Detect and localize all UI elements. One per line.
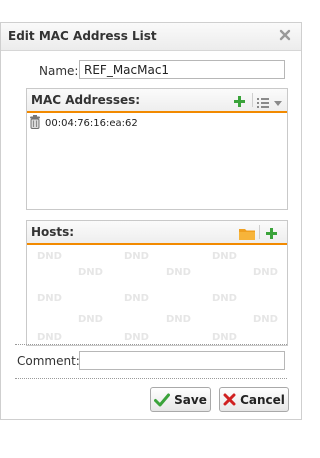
checkmark-icon <box>154 393 171 406</box>
dnd-watermark: DND <box>124 332 149 343</box>
hosts-panel: Hosts: DND DND DND DND DND DND DND DND D… <box>26 220 288 346</box>
dnd-watermark: DND <box>253 314 278 325</box>
mac-address-text: 00:04:76:16:ea:62 <box>45 117 138 129</box>
comment-label: Comment: <box>17 354 80 368</box>
divider <box>15 378 287 379</box>
name-input[interactable]: REF_MacMac1 <box>79 60 285 79</box>
name-label: Name: <box>39 64 79 78</box>
plus-icon[interactable] <box>233 93 246 112</box>
save-button[interactable]: Save <box>150 387 211 412</box>
mac-panel-header: MAC Addresses: <box>27 89 287 113</box>
dnd-watermark: DND <box>37 293 62 304</box>
plus-icon[interactable] <box>265 225 278 244</box>
dialog-titlebar: Edit MAC Address List <box>1 23 301 51</box>
list-menu-icon[interactable] <box>257 94 283 113</box>
dnd-watermark: DND <box>37 251 62 262</box>
edit-mac-dialog: Edit MAC Address List Name: REF_MacMac1 … <box>0 22 302 420</box>
toolbar-divider <box>252 93 253 107</box>
close-icon[interactable] <box>277 27 293 43</box>
dnd-watermark: DND <box>124 251 149 262</box>
mac-addresses-panel: MAC Addresses: 00:04:76:16:ea:62 <box>26 88 288 210</box>
mac-list-item[interactable]: 00:04:76:16:ea:62 <box>29 114 138 133</box>
dnd-watermark: DND <box>78 267 103 278</box>
toolbar-divider <box>259 225 260 239</box>
dnd-watermark: DND <box>166 267 191 278</box>
dnd-watermark: DND <box>212 293 237 304</box>
dnd-watermark: DND <box>78 314 103 325</box>
comment-input[interactable] <box>79 351 285 370</box>
cancel-button-label: Cancel <box>240 392 285 407</box>
dialog-title: Edit MAC Address List <box>8 29 157 43</box>
dnd-watermark: DND <box>212 332 237 343</box>
hosts-panel-header: Hosts: <box>27 221 287 245</box>
dnd-watermark: DND <box>166 314 191 325</box>
x-icon <box>223 393 236 406</box>
dnd-watermark: DND <box>124 293 149 304</box>
divider <box>15 344 287 345</box>
folder-icon[interactable] <box>239 225 255 244</box>
mac-panel-title: MAC Addresses: <box>31 93 141 107</box>
dnd-watermark: DND <box>212 251 237 262</box>
cancel-button[interactable]: Cancel <box>219 387 289 412</box>
hosts-panel-title: Hosts: <box>31 225 75 239</box>
dnd-watermark: DND <box>253 267 278 278</box>
dnd-watermark: DND <box>37 332 62 343</box>
save-button-label: Save <box>174 392 207 407</box>
trash-icon[interactable] <box>29 114 41 133</box>
